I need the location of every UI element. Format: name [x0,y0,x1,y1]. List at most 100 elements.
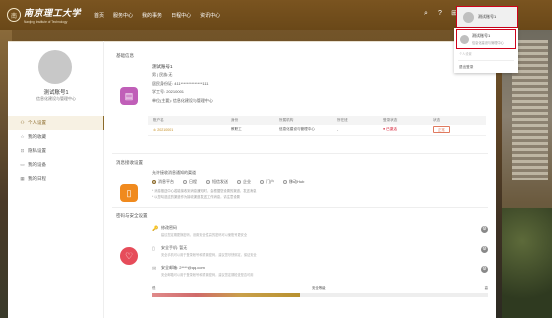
dropdown-item-logout[interactable]: 退出登录 [454,64,518,71]
menu-item-label: 隐私设置 [28,148,46,153]
menu-item-label: 我的日程 [28,176,46,181]
user-icon: ⚇ [20,120,25,125]
background-right-scenery [502,30,552,318]
university-logo[interactable]: 南 南京理工大学 Nanjing Institute of Technology [7,6,81,24]
col-identity: 身份 [226,116,274,125]
nav-my-affairs[interactable]: 我的事务 [142,12,162,19]
security-item-password: 🔑 修改密码 建议您定期更换密码，设置安全性高的密码可以使账号更安全 ⚙ [152,224,488,240]
security-strength-bar [152,293,488,297]
notify-note-2: * 以您勾选过的渠道作为接收渠道发送工作消息，请注意设置 [152,195,240,199]
channel-option-portal[interactable]: 门户 [260,179,274,185]
key-icon: 🔑 [152,226,159,232]
notify-label: 允许接收消息通知的渠道 [152,170,196,175]
dropdown-user-dept: 信息化建设与管理中心 [472,41,504,45]
security-strength-fill [152,293,300,297]
content-panel: 基础信息 ▤ 测试账号1 男 | 民族:无 居民身份证: 411********… [112,41,492,318]
col-login-status: 登录状态 [378,116,428,125]
col-account: 账户名 [148,116,226,125]
notify-note-1: * 消息推送中心若能接收到消息通知时，会根据您设置的渠道，发送消息 [152,189,257,193]
channel-option-mobile-hub[interactable]: 移动Hub [283,179,304,185]
basic-name: 测试账号1 [152,64,173,69]
profile-avatar[interactable] [38,50,72,84]
nav-home[interactable]: 首页 [94,12,104,19]
device-icon: ▭ [20,162,25,167]
col-org: 所属机构 [274,116,332,125]
nav-news-center[interactable]: 资讯中心 [200,12,220,19]
channel-option-schedule[interactable]: 日程 [183,179,197,185]
user-menu-button[interactable]: 测试账号1 [456,6,518,28]
mobile-icon: ▯ [120,184,138,202]
menu-item-label: 我的设备 [28,162,46,167]
calendar-icon: ▦ [20,176,25,181]
star-icon: ☆ [20,134,25,139]
table-row: ♔ 20210001 教职工 信息化建设与管理中心 - ● 已激活 正常 [148,125,486,136]
strength-low-label: 低 [152,286,156,290]
status-badge[interactable]: 正常 [433,126,450,134]
university-seal-icon: 南 [7,8,21,22]
identity-table: 账户名 身份 所属机构 所在班 登录状态 状态 ♔ 20210001 教职工 信… [148,116,486,136]
profile-dept: 信息化建设与管理中心 [36,96,76,101]
security-item-desc: 安全邮箱可以用于登录帐号和重置密码，建议您定期检查是否可用 [161,272,254,277]
channel-option-sms[interactable]: 短信发送 [206,179,228,185]
strength-high-label: 高 [484,286,488,290]
dropdown-user-card[interactable]: 测试账号1 信息化建设与管理中心 [456,29,516,49]
settings-menu: ⚇ 个人设置 ☆ 我的收藏 ⊡ 隐私设置 ▭ 我的设备 ▦ 我的日程 [8,116,104,186]
menu-item-devices[interactable]: ▭ 我的设备 [8,158,104,172]
cell-identity: 教职工 [226,125,274,136]
section-title-notify: 消息接收设置 [116,160,143,165]
id-card-icon: ▤ [120,87,138,105]
gear-icon[interactable]: ⚙ [481,266,488,273]
gear-icon[interactable]: ⚙ [481,226,488,233]
mail-icon: ✉ [152,266,157,272]
basic-gender: 男 | 民族:无 [152,72,173,78]
phone-icon: ▯ [152,246,155,252]
menu-item-schedule[interactable]: ▦ 我的日程 [8,172,104,186]
cell-class: - [332,125,378,136]
cell-login-status: ● 已激活 [378,125,428,136]
channel-option-platform[interactable]: 消息平台 [152,179,174,185]
avatar [463,11,474,23]
col-status: 状态 [428,116,486,125]
basic-unit: 单位(主要): 信息化建设与管理中心 [152,97,213,103]
nav-service-center[interactable]: 服务中心 [113,12,133,19]
menu-item-label: 个人设置 [28,120,46,125]
user-name: 测试账号1 [478,14,497,19]
channel-option-enterprise[interactable]: 企业 [237,179,251,185]
menu-item-personal-settings[interactable]: ⚇ 个人设置 [8,116,104,130]
cell-status: 正常 [428,125,486,136]
strength-mid-label: 安全等级 [312,286,326,290]
cell-account: ♔ 20210001 [148,125,226,136]
nav-schedule-center[interactable]: 日程中心 [171,12,191,19]
help-icon[interactable]: ? [436,10,444,18]
dropdown-user-name: 测试账号1 [472,33,491,38]
col-class: 所在班 [332,116,378,125]
security-item-title: 安全邮箱: 2****@qq.com [161,265,205,270]
menu-item-privacy[interactable]: ⊡ 隐私设置 [8,144,104,158]
settings-card: 测试账号1 信息化建设与管理中心 ⚇ 个人设置 ☆ 我的收藏 ⊡ 隐私设置 ▭ … [8,41,496,318]
security-item-desc: 建议您定期更换密码，设置安全性高的密码可以使账号更安全 [161,232,248,237]
user-dropdown: 测试账号1 信息化建设与管理中心 个人设置 退出登录 [454,28,518,73]
section-title-basic: 基础信息 [116,53,134,58]
main-nav: 首页 服务中心 我的事务 日程中心 资讯中心 [94,12,220,19]
top-navigation-bar: 南 南京理工大学 Nanjing Institute of Technology… [0,0,552,30]
left-panel: 测试账号1 信息化建设与管理中心 ⚇ 个人设置 ☆ 我的收藏 ⊡ 隐私设置 ▭ … [8,41,104,318]
basic-id-number: 居民身份证: 411**************111 [152,80,209,86]
avatar [460,34,469,44]
dropdown-item-personal-settings[interactable]: 个人设置 [454,50,518,57]
lock-icon: ⊡ [20,148,25,153]
notify-channel-group: 消息平台 日程 短信发送 企业 门户 移动Hub [152,179,304,185]
basic-job-number: 学工号: 20210001 [152,89,185,95]
profile-name: 测试账号1 [43,90,69,96]
university-name-en: Nanjing Institute of Technology [24,20,68,24]
university-name-cn: 南京理工大学 [24,9,82,19]
security-item-title: 安全手机: 暂无 [161,245,188,250]
section-title-security: 密码与安全设置 [116,213,148,218]
security-item-email: ✉ 安全邮箱: 2****@qq.com 安全邮箱可以用于登录帐号和重置密码，建… [152,264,488,280]
search-icon[interactable]: ⌕ [422,10,430,18]
cell-org: 信息化建设与管理中心 [274,125,332,136]
security-item-phone: ▯ 安全手机: 暂无 安全手机可以用于登录帐号和重置密码，建议您尽快绑定，保证安… [152,244,488,260]
menu-item-favorites[interactable]: ☆ 我的收藏 [8,130,104,144]
basic-info: 测试账号1 男 | 民族:无 居民身份证: 411**************1… [152,63,213,105]
shield-icon: ♡ [120,247,138,265]
gear-icon[interactable]: ⚙ [481,246,488,253]
